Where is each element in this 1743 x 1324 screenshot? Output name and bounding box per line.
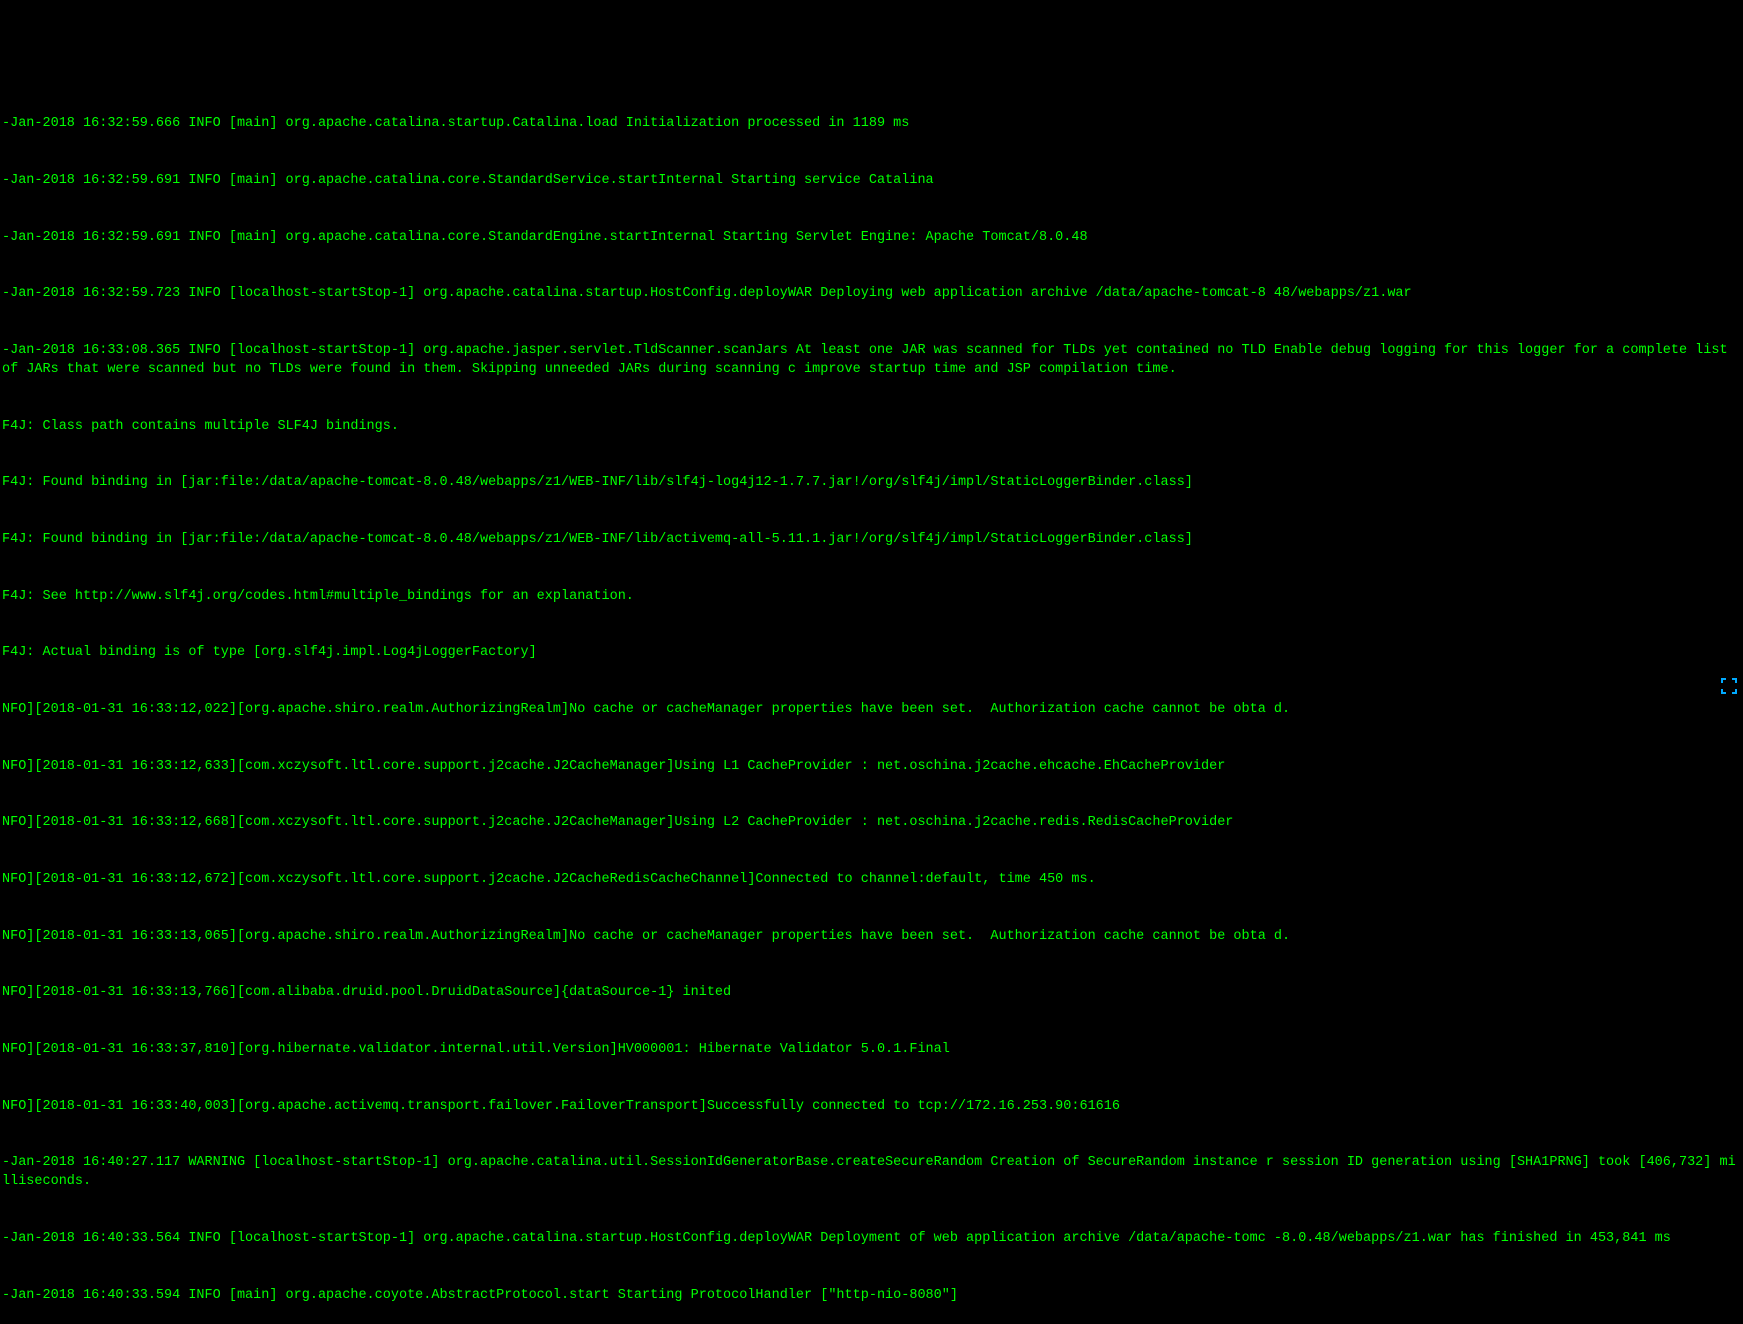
log-line: F4J: Actual binding is of type [org.slf4…	[2, 644, 1741, 663]
log-line: NFO][2018-01-31 16:33:13,766][com.alibab…	[2, 984, 1741, 1003]
log-line: -Jan-2018 16:40:33.564 INFO [localhost-s…	[2, 1230, 1741, 1249]
log-line: -Jan-2018 16:32:59.691 INFO [main] org.a…	[2, 229, 1741, 248]
fullscreen-icon[interactable]	[1721, 640, 1737, 656]
log-line: NFO][2018-01-31 16:33:40,003][org.apache…	[2, 1098, 1741, 1117]
log-line: -Jan-2018 16:40:27.117 WARNING [localhos…	[2, 1154, 1741, 1192]
log-line: F4J: See http://www.slf4j.org/codes.html…	[2, 588, 1741, 607]
log-line: NFO][2018-01-31 16:33:12,633][com.xczyso…	[2, 758, 1741, 777]
terminal-log-output: -Jan-2018 16:32:59.666 INFO [main] org.a…	[2, 78, 1741, 1324]
log-line: F4J: Found binding in [jar:file:/data/ap…	[2, 531, 1741, 550]
log-line: -Jan-2018 16:33:08.365 INFO [localhost-s…	[2, 342, 1741, 380]
log-line: NFO][2018-01-31 16:33:37,810][org.hibern…	[2, 1041, 1741, 1060]
log-line: -Jan-2018 16:32:59.723 INFO [localhost-s…	[2, 285, 1741, 304]
log-line: NFO][2018-01-31 16:33:12,022][org.apache…	[2, 701, 1741, 720]
log-line: NFO][2018-01-31 16:33:12,672][com.xczyso…	[2, 871, 1741, 890]
log-line: NFO][2018-01-31 16:33:12,668][com.xczyso…	[2, 814, 1741, 833]
log-line: -Jan-2018 16:40:33.594 INFO [main] org.a…	[2, 1287, 1741, 1306]
log-line: NFO][2018-01-31 16:33:13,065][org.apache…	[2, 928, 1741, 947]
log-line: F4J: Class path contains multiple SLF4J …	[2, 418, 1741, 437]
log-line: F4J: Found binding in [jar:file:/data/ap…	[2, 474, 1741, 493]
log-line: -Jan-2018 16:32:59.666 INFO [main] org.a…	[2, 115, 1741, 134]
log-line: -Jan-2018 16:32:59.691 INFO [main] org.a…	[2, 172, 1741, 191]
